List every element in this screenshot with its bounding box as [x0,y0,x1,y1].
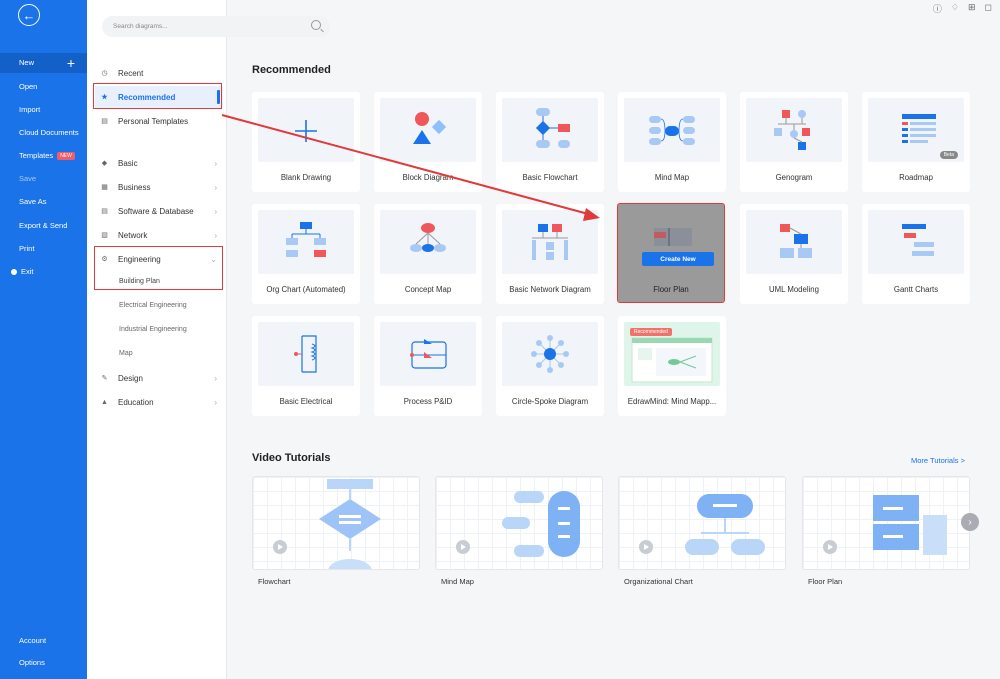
video-label: Mind Map [441,577,474,586]
annotation-arrow [221,114,600,221]
video-card-organizational-chart[interactable] [618,476,786,570]
video-card-floor-plan[interactable] [802,476,970,570]
flowchart-thumbnail [319,479,381,569]
mind-map-thumbnail [502,491,580,557]
video-label: Floor Plan [808,577,843,586]
video-label: Flowchart [258,577,291,586]
play-icon[interactable] [273,540,287,554]
more-tutorials-link[interactable]: More Tutorials > [911,456,965,465]
chevron-right-icon[interactable]: › [961,513,979,531]
floor-plan-thumbnail [873,495,947,555]
play-icon[interactable] [823,540,837,554]
video-card-mind-map[interactable] [435,476,603,570]
video-tutorials-title: Video Tutorials [252,452,331,464]
org-chart-thumbnail [685,494,765,555]
video-card-flowchart[interactable] [252,476,420,570]
play-icon[interactable] [456,540,470,554]
video-label: Organizational Chart [624,577,693,586]
play-icon[interactable] [639,540,653,554]
